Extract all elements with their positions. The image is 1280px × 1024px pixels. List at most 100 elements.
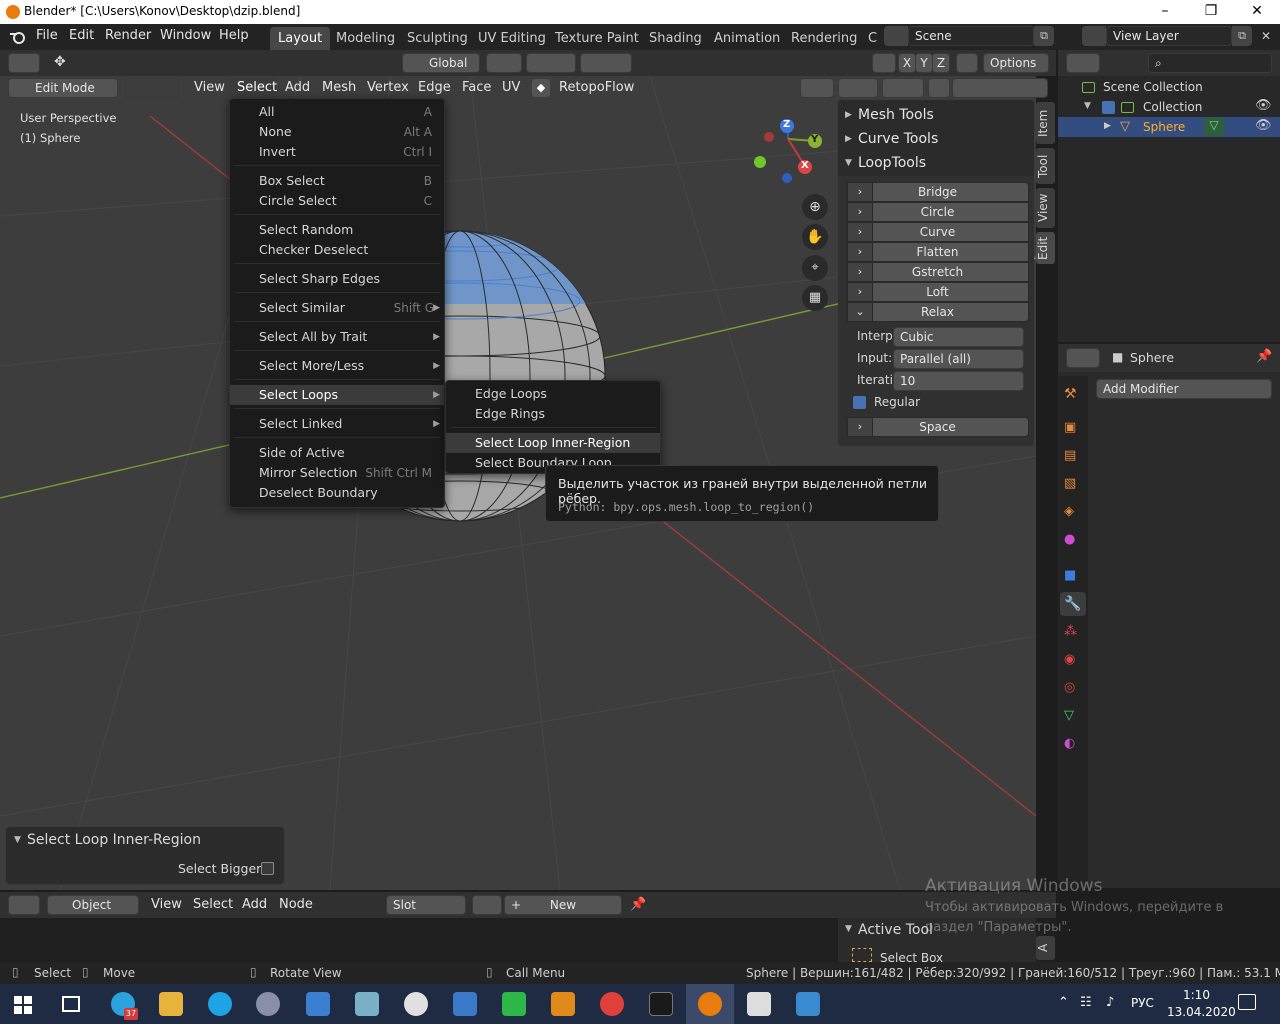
pan-hand-icon[interactable]: ✋ [802, 224, 828, 250]
tab-layout[interactable]: Layout [270, 27, 331, 50]
outliner-sphere[interactable]: Sphere [1143, 120, 1185, 134]
minimize-button[interactable]: – [1142, 0, 1188, 24]
menu-item-select-similar[interactable]: Select Similar Shift G ▶ [230, 298, 444, 318]
windows-start-icon[interactable] [14, 996, 32, 1014]
slot-dropdown[interactable]: Slot [386, 895, 466, 915]
gizmo-x-label[interactable]: X [801, 160, 809, 171]
expand-arrow-icon[interactable]: ▶ [1104, 121, 1111, 131]
eye-icon[interactable]: 👁 [1255, 98, 1272, 113]
outliner-scene-collection[interactable]: Scene Collection [1103, 80, 1203, 94]
panel-mesh-tools[interactable]: ▶ Mesh Tools [838, 104, 1034, 126]
outliner-collection[interactable]: Collection [1143, 100, 1202, 114]
chevron-right-icon[interactable]: › [847, 182, 873, 202]
menu-item-edge-rings[interactable]: Edge Rings [446, 404, 660, 424]
menu-item-mirror-selection[interactable]: Mirror Selection Shift Ctrl M [230, 463, 444, 483]
menu-item-select-loop-inner-region[interactable]: Select Loop Inner-Region [446, 433, 660, 453]
tab-tool[interactable]: Tool [1036, 148, 1055, 184]
skype-icon[interactable] [208, 992, 232, 1016]
view-layer-icon[interactable] [1082, 26, 1106, 46]
clock-time[interactable]: 1:10 [1183, 988, 1210, 1002]
menu-help[interactable]: Help [219, 28, 249, 43]
menu-add[interactable]: Add [285, 80, 310, 95]
regular-checkbox[interactable] [853, 396, 866, 409]
gizmo-z-label[interactable]: Z [783, 119, 790, 130]
menu-item-select-all-by-trait[interactable]: Select All by Trait ▶ [230, 327, 444, 347]
tab-rendering[interactable]: Rendering [783, 27, 865, 50]
tab-animation[interactable]: Animation [706, 27, 788, 50]
view-layer-field[interactable]: View Layer [1106, 26, 1232, 46]
looptools-space-button[interactable]: › Space [846, 417, 1029, 437]
mirror-icon[interactable] [872, 53, 896, 73]
new-material-button[interactable]: + New [504, 895, 622, 915]
blender-icon[interactable] [698, 992, 722, 1016]
notifications-icon[interactable] [1238, 994, 1256, 1010]
menu-face[interactable]: Face [462, 80, 491, 95]
looptools-loft-button[interactable]: › Loft [846, 282, 1029, 302]
task-view-icon[interactable] [62, 996, 80, 1012]
chevron-right-icon[interactable]: › [847, 202, 873, 222]
menu-view[interactable]: View [194, 80, 225, 95]
tab-modeling[interactable]: Modeling [328, 27, 403, 50]
chevron-down-icon[interactable]: ⌄ [847, 302, 873, 322]
tab-tool-shader[interactable]: A [1036, 936, 1055, 960]
menu-item-select-more-less[interactable]: Select More/Less ▶ [230, 356, 444, 376]
menu-item-checker-deselect[interactable]: Checker Deselect [230, 240, 444, 260]
material-icon[interactable]: ◐ [1064, 736, 1082, 754]
pin-icon[interactable]: 📌 [1256, 349, 1272, 364]
shader-menu-add[interactable]: Add [242, 897, 267, 912]
chevron-right-icon[interactable]: › [847, 417, 873, 437]
chevron-right-icon[interactable]: › [847, 242, 873, 262]
render-icon[interactable]: ▣ [1064, 420, 1082, 438]
shader-menu-select[interactable]: Select [193, 897, 233, 912]
menu-item-select-sharp-edges[interactable]: Select Sharp Edges [230, 269, 444, 289]
menu-render[interactable]: Render [105, 28, 151, 43]
active-tool-value[interactable]: Select Box [880, 951, 943, 962]
retopoflow-icon[interactable]: ◆ [532, 79, 550, 97]
menu-item-invert[interactable]: Invert Ctrl I [230, 142, 444, 162]
looptools-gstretch-button[interactable]: › Gstretch [846, 262, 1029, 282]
terminal-icon[interactable] [649, 992, 673, 1016]
select-bigger-checkbox[interactable] [261, 862, 274, 875]
collection-include-checkbox[interactable] [1102, 101, 1115, 114]
menu-retopoflow[interactable]: RetopoFlow [559, 80, 634, 95]
properties-editor-type[interactable] [1066, 348, 1100, 368]
menu-mesh[interactable]: Mesh [322, 80, 356, 95]
menu-edge[interactable]: Edge [418, 80, 451, 95]
view-layer-new-icon[interactable]: ⧉ [1232, 26, 1252, 46]
tab-shading[interactable]: Shading [641, 27, 710, 50]
panel-curve-tools[interactable]: ▶ Curve Tools [838, 128, 1034, 150]
python-icon[interactable] [453, 992, 477, 1016]
outliner-search-input[interactable]: ⌕ [1148, 53, 1272, 73]
tab-more[interactable]: C [860, 27, 885, 50]
menu-item-none[interactable]: None Alt A [230, 122, 444, 142]
menu-item-circle-select[interactable]: Circle Select C [230, 191, 444, 211]
shader-menu-view[interactable]: View [151, 897, 182, 912]
file-explorer-icon[interactable] [159, 992, 183, 1016]
looptools-circle-button[interactable]: › Circle [846, 202, 1029, 222]
interp-dropdown[interactable]: Cubic [893, 327, 1024, 347]
menu-item-deselect-boundary[interactable]: Deselect Boundary [230, 483, 444, 503]
menu-file[interactable]: File [36, 28, 58, 43]
app-icon[interactable] [355, 992, 379, 1016]
tab-sculpting[interactable]: Sculpting [399, 27, 476, 50]
collapse-arrow-icon[interactable]: ▼ [845, 924, 852, 934]
select-mode-buttons[interactable] [124, 78, 180, 98]
iterations-dropdown[interactable]: 10 [893, 371, 1024, 391]
material-browse-button[interactable] [472, 895, 502, 915]
scene-new-icon[interactable]: ⧉ [1034, 26, 1054, 46]
maximize-button[interactable]: ❐ [1188, 0, 1234, 24]
mirror-y-button[interactable]: Y [915, 53, 933, 73]
editor-type-button[interactable] [8, 895, 40, 915]
outliner-editor-type[interactable] [1066, 53, 1100, 73]
looptools-flatten-button[interactable]: › Flatten [846, 242, 1029, 262]
move-tool-icon[interactable]: ✥ [54, 54, 74, 72]
sublime-text-icon[interactable] [551, 992, 575, 1016]
looptools-relax-button[interactable]: ⌄ Relax [846, 302, 1029, 322]
menu-item-select-linked[interactable]: Select Linked ▶ [230, 414, 444, 434]
menu-edit[interactable]: Edit [69, 28, 94, 43]
tab-view[interactable]: View [1036, 188, 1055, 228]
mode-dropdown[interactable]: Edit Mode [8, 78, 118, 98]
close-button[interactable]: ✕ [1234, 0, 1280, 24]
tab-item[interactable]: Item [1036, 102, 1055, 144]
mirror-z-button[interactable]: Z [932, 53, 950, 73]
